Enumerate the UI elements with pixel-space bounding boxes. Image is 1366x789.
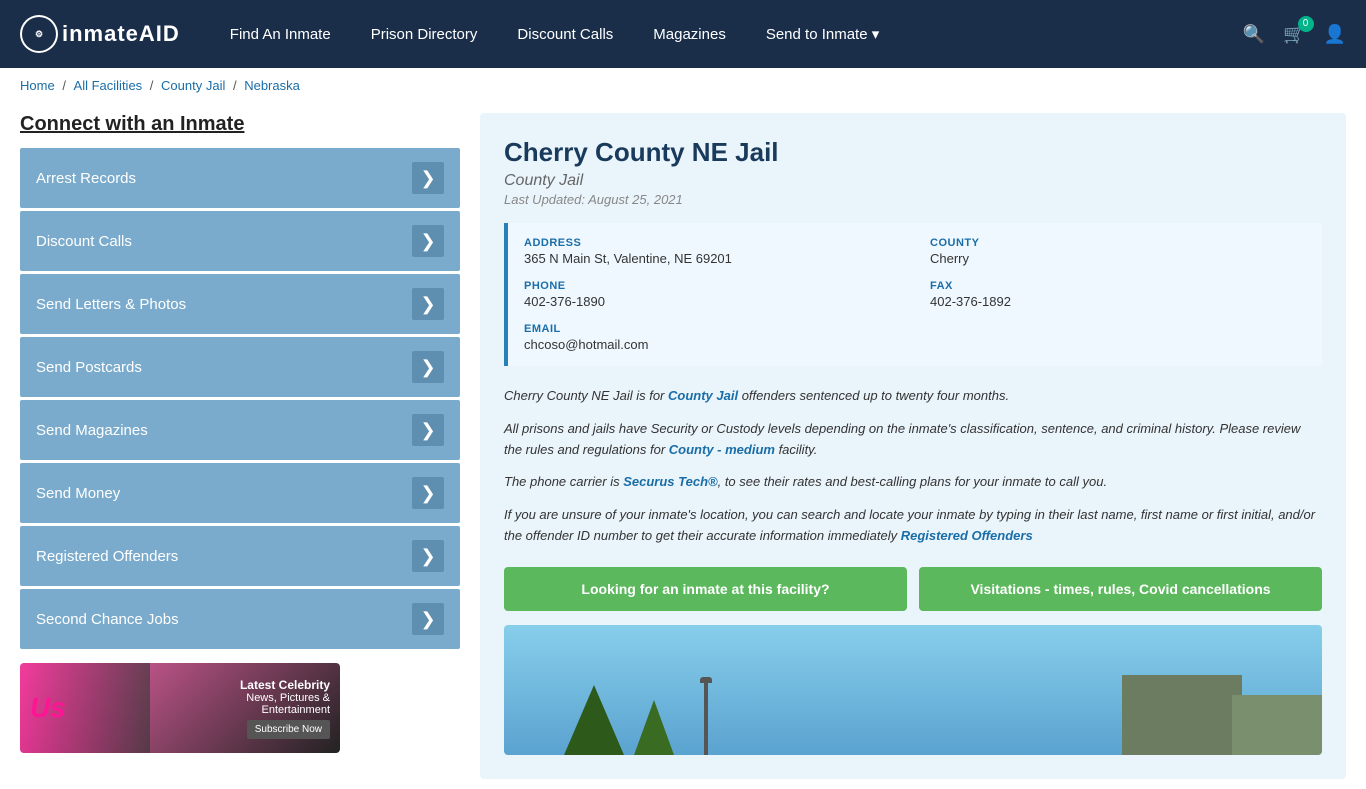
sidebar-item-second-chance-jobs[interactable]: Second Chance Jobs ❯ (20, 589, 460, 649)
fax-label: FAX (930, 280, 1306, 292)
cart-badge: 0 (1298, 16, 1314, 32)
action-buttons: Looking for an inmate at this facility? … (504, 567, 1322, 611)
nav-prison-directory[interactable]: Prison Directory (371, 26, 478, 43)
sidebar-item-send-postcards[interactable]: Send Postcards ❯ (20, 337, 460, 397)
logo[interactable]: ⚙ inmateAID (20, 15, 180, 53)
tree-icon-1 (564, 685, 624, 755)
county-label: COUNTY (930, 237, 1306, 249)
facility-name: Cherry County NE Jail (504, 137, 1322, 168)
address-value: 365 N Main St, Valentine, NE 69201 (524, 251, 900, 266)
fax-block: FAX 402-376-1892 (930, 280, 1306, 309)
ad-subscribe-button[interactable]: Subscribe Now (247, 720, 330, 739)
arrow-icon: ❯ (412, 603, 444, 635)
visitations-button[interactable]: Visitations - times, rules, Covid cancel… (919, 567, 1322, 611)
breadcrumb-home[interactable]: Home (20, 78, 55, 93)
fax-value: 402-376-1892 (930, 294, 1306, 309)
lamppost-icon (704, 680, 708, 755)
breadcrumb-all-facilities[interactable]: All Facilities (74, 78, 143, 93)
nav-find-inmate[interactable]: Find An Inmate (230, 26, 331, 43)
arrow-icon: ❯ (412, 351, 444, 383)
phone-value: 402-376-1890 (524, 294, 900, 309)
sidebar-item-arrest-records[interactable]: Arrest Records ❯ (20, 148, 460, 208)
user-button[interactable]: 👤 (1324, 24, 1346, 45)
nav-discount-calls[interactable]: Discount Calls (517, 26, 613, 43)
arrow-icon: ❯ (412, 162, 444, 194)
sidebar-item-registered-offenders[interactable]: Registered Offenders ❯ (20, 526, 460, 586)
arrow-icon: ❯ (412, 540, 444, 572)
lamppost-head-icon (700, 677, 712, 683)
sidebar-item-send-money[interactable]: Send Money ❯ (20, 463, 460, 523)
email-label: EMAIL (524, 323, 1306, 335)
ad-banner[interactable]: Us Latest Celebrity News, Pictures & Ent… (20, 663, 340, 753)
nav-send-to-inmate[interactable]: Send to Inmate ▾ (766, 25, 879, 43)
nav-magazines[interactable]: Magazines (653, 26, 726, 43)
arrow-icon: ❯ (412, 225, 444, 257)
arrow-icon: ❯ (412, 414, 444, 446)
navbar: ⚙ inmateAID Find An Inmate Prison Direct… (0, 0, 1366, 68)
logo-text: inmateAID (62, 21, 180, 47)
sidebar-item-label: Send Letters & Photos (36, 296, 186, 313)
sidebar-item-send-letters[interactable]: Send Letters & Photos ❯ (20, 274, 460, 334)
main-container: Connect with an Inmate Arrest Records ❯ … (0, 103, 1366, 789)
facility-type: County Jail (504, 172, 1322, 190)
desc-para-4: If you are unsure of your inmate's locat… (504, 505, 1322, 547)
county-block: COUNTY Cherry (930, 237, 1306, 266)
building-icon-2 (1232, 695, 1322, 755)
sidebar-item-label: Send Money (36, 485, 120, 502)
cart-button[interactable]: 🛒 0 (1283, 24, 1305, 45)
ad-text: Latest Celebrity News, Pictures & Entert… (240, 678, 330, 739)
sidebar-menu: Arrest Records ❯ Discount Calls ❯ Send L… (20, 148, 460, 649)
desc-para-2: All prisons and jails have Security or C… (504, 419, 1322, 461)
securus-link[interactable]: Securus Tech® (623, 474, 717, 489)
address-label: ADDRESS (524, 237, 900, 249)
building-icon-1 (1122, 675, 1242, 755)
email-value: chcoso@hotmail.com (524, 337, 1306, 352)
desc-para-1: Cherry County NE Jail is for County Jail… (504, 386, 1322, 407)
email-block: EMAIL chcoso@hotmail.com (524, 323, 1306, 352)
nav-icons: 🔍 🛒 0 👤 (1243, 24, 1346, 45)
breadcrumb-county-jail[interactable]: County Jail (161, 78, 225, 93)
ad-logo: Us (30, 692, 66, 723)
sidebar-item-label: Second Chance Jobs (36, 611, 179, 628)
sidebar-item-label: Send Magazines (36, 422, 148, 439)
facility-description: Cherry County NE Jail is for County Jail… (504, 386, 1322, 547)
sidebar-item-discount-calls[interactable]: Discount Calls ❯ (20, 211, 460, 271)
logo-icon: ⚙ (20, 15, 58, 53)
facility-updated: Last Updated: August 25, 2021 (504, 192, 1322, 207)
county-medium-link[interactable]: County - medium (669, 442, 775, 457)
sidebar-item-label: Arrest Records (36, 170, 136, 187)
arrow-icon: ❯ (412, 288, 444, 320)
arrow-icon: ❯ (412, 477, 444, 509)
sidebar-item-label: Discount Calls (36, 233, 132, 250)
county-jail-link[interactable]: County Jail (668, 388, 738, 403)
facility-image (504, 625, 1322, 755)
search-button[interactable]: 🔍 (1243, 24, 1265, 45)
tree-icon-2 (634, 700, 674, 755)
facility-image-mock (504, 625, 1322, 755)
breadcrumb: Home / All Facilities / County Jail / Ne… (0, 68, 1366, 103)
find-inmate-button[interactable]: Looking for an inmate at this facility? (504, 567, 907, 611)
breadcrumb-nebraska[interactable]: Nebraska (244, 78, 300, 93)
sidebar-title: Connect with an Inmate (20, 113, 460, 136)
sidebar-item-send-magazines[interactable]: Send Magazines ❯ (20, 400, 460, 460)
county-value: Cherry (930, 251, 1306, 266)
registered-offenders-link[interactable]: Registered Offenders (901, 528, 1033, 543)
sidebar-item-label: Send Postcards (36, 359, 142, 376)
desc-para-3: The phone carrier is Securus Tech®, to s… (504, 472, 1322, 493)
sidebar: Connect with an Inmate Arrest Records ❯ … (20, 113, 460, 779)
content-panel: Cherry County NE Jail County Jail Last U… (480, 113, 1346, 779)
facility-info-grid: ADDRESS 365 N Main St, Valentine, NE 692… (504, 223, 1322, 366)
phone-block: PHONE 402-376-1890 (524, 280, 900, 309)
phone-label: PHONE (524, 280, 900, 292)
nav-links: Find An Inmate Prison Directory Discount… (230, 25, 1213, 43)
sidebar-item-label: Registered Offenders (36, 548, 178, 565)
address-block: ADDRESS 365 N Main St, Valentine, NE 692… (524, 237, 900, 266)
